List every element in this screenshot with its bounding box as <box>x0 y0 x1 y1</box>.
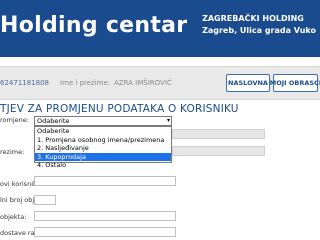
user-name: AZRA IMŠIROVIĆ <box>114 79 172 87</box>
object-label: objekta: <box>0 213 27 221</box>
logo[interactable]: Holding centar <box>0 13 187 38</box>
org-name: ZAGREBAČKI HOLDING <box>202 14 304 23</box>
org-address: Zagreb, Ulica grada Vuko <box>202 26 316 35</box>
header: Holding centar ZAGREBAČKI HOLDING Zagreb… <box>0 0 320 57</box>
dropdown-option-highlighted[interactable]: 3. Kupoprodaja <box>35 152 171 161</box>
organization-info: ZAGREBAČKI HOLDING Zagreb, Ulica grada V… <box>202 13 316 37</box>
dropdown-option[interactable]: Odaberite <box>35 127 171 136</box>
new-user-input[interactable] <box>34 176 176 186</box>
dropdown-option[interactable]: 4. Ostalo <box>35 161 171 170</box>
object-input[interactable] <box>34 211 176 221</box>
name-label: Ime i prezime: <box>60 79 111 87</box>
prezime-field <box>172 146 265 156</box>
prezime-label: rezime: <box>0 148 25 156</box>
user-oib: 62471181808 <box>0 79 49 87</box>
reason-select[interactable]: Odaberite ▾ <box>34 116 172 126</box>
user-info-bar: 62471181808 Ime i prezime: AZRA IMŠIROVI… <box>0 66 320 100</box>
home-button[interactable]: NASLOVNA <box>226 74 270 92</box>
page-title: TJEV ZA PROMJENU PODATAKA O KORISNIKU <box>0 103 239 115</box>
chevron-down-icon[interactable]: ▾ <box>167 117 170 125</box>
unit-number-input[interactable] <box>34 195 56 205</box>
dropdown-option[interactable]: 2. Nasljeđivanje <box>35 144 171 153</box>
reason-dropdown-list: Odaberite 1. Promjena osobnog imena/prez… <box>34 126 172 169</box>
dropdown-option[interactable]: 1. Promjena osobnog imena/prezimena <box>35 136 171 145</box>
reason-select-value: Odaberite <box>37 117 70 125</box>
readonly-field <box>172 129 265 139</box>
reason-label: romjene: <box>0 116 29 124</box>
account-delivery-input[interactable] <box>34 227 176 237</box>
my-forms-button[interactable]: MOJI OBRASCI <box>270 74 320 92</box>
